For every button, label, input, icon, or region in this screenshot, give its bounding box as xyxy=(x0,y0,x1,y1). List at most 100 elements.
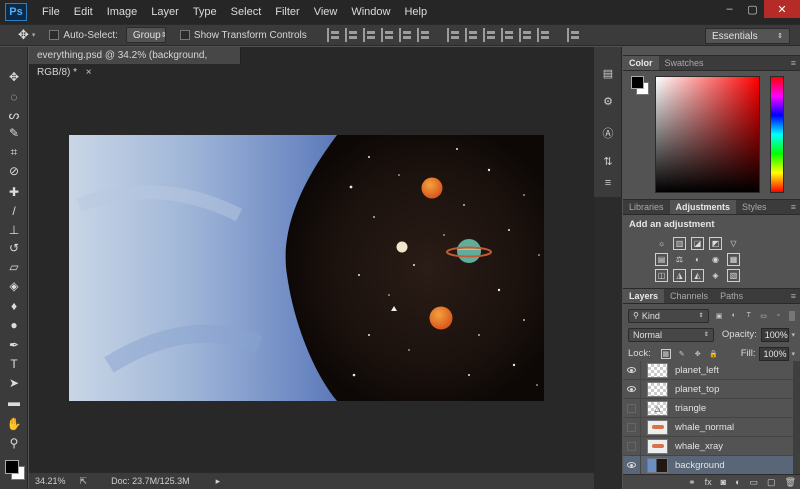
lasso-tool-icon[interactable]: ᔕ xyxy=(6,107,22,123)
layers-scrollbar[interactable] xyxy=(793,361,800,475)
align-horizontal-centers-icon[interactable] xyxy=(398,28,413,42)
show-transform-toggle[interactable]: Show Transform Controls xyxy=(179,30,307,41)
layer-visibility-toggle[interactable] xyxy=(623,417,641,437)
align-bottom-edges-icon[interactable] xyxy=(362,28,377,42)
minimize-button[interactable]: ‒ xyxy=(718,0,741,18)
show-transform-checkbox[interactable] xyxy=(179,30,190,40)
trash-icon[interactable]: 🗑 xyxy=(785,477,796,488)
eraser-tool-icon[interactable]: ▱ xyxy=(6,259,22,275)
lock-image-pixels-icon[interactable]: ✎ xyxy=(677,349,687,359)
lock-position-icon[interactable]: ✥ xyxy=(693,349,703,359)
auto-align-layers-icon[interactable] xyxy=(566,28,581,42)
menu-file[interactable]: File xyxy=(35,0,67,24)
align-top-edges-icon[interactable] xyxy=(326,28,341,42)
curves-icon[interactable]: ◪ xyxy=(691,237,704,250)
layer-row-planet-top[interactable]: planet_top xyxy=(623,379,793,399)
menu-type[interactable]: Type xyxy=(186,0,224,24)
tool-preset-picker[interactable]: ✥ ▾ xyxy=(18,27,35,43)
close-button[interactable]: ✕ xyxy=(764,0,800,18)
color-picker-field[interactable] xyxy=(655,76,760,193)
zoom-level[interactable]: 34.21% xyxy=(35,476,66,486)
new-adjustment-layer-icon[interactable]: ◐ xyxy=(735,477,740,487)
menu-select[interactable]: Select xyxy=(224,0,269,24)
auto-select-checkbox[interactable] xyxy=(49,30,60,40)
panel-menu-icon[interactable]: ≡ xyxy=(791,56,800,70)
eyedropper-tool-icon[interactable]: ⊘ xyxy=(6,163,22,179)
new-layer-icon[interactable]: ▢ xyxy=(767,477,776,488)
gradient-map-icon[interactable]: ▧ xyxy=(727,269,740,282)
layer-visibility-toggle[interactable] xyxy=(623,436,641,456)
menu-window[interactable]: Window xyxy=(344,0,397,24)
crop-tool-icon[interactable]: ⌗ xyxy=(6,144,22,160)
healing-brush-tool-icon[interactable]: ✚ xyxy=(6,184,22,200)
layer-row-whale-xray[interactable]: whale_xray xyxy=(623,436,793,456)
tab-channels[interactable]: Channels xyxy=(664,289,714,303)
add-mask-icon[interactable]: ◙ xyxy=(721,477,726,487)
distribute-right-icon[interactable] xyxy=(536,28,551,42)
share-icon[interactable]: ⇱ xyxy=(80,476,88,487)
tab-styles[interactable]: Styles xyxy=(736,200,773,214)
invert-icon[interactable]: ◫ xyxy=(655,269,668,282)
exposure-icon[interactable]: ◩ xyxy=(709,237,722,250)
workspace-dropdown[interactable]: Essentials ⇕ xyxy=(705,28,790,44)
menu-edit[interactable]: Edit xyxy=(67,0,100,24)
auto-select-dropdown[interactable]: Group ⇕ xyxy=(125,27,167,43)
chevron-down-icon[interactable]: ▾ xyxy=(791,331,795,339)
layer-row-triangle[interactable]: △ triangle xyxy=(623,398,793,418)
align-vertical-centers-icon[interactable] xyxy=(344,28,359,42)
auto-select-toggle[interactable]: Auto-Select: xyxy=(49,30,118,41)
new-group-icon[interactable]: ▭ xyxy=(750,477,759,488)
properties-panel-icon[interactable]: ⚙ xyxy=(600,93,616,109)
tab-paths[interactable]: Paths xyxy=(714,289,749,303)
type-tool-icon[interactable]: T xyxy=(6,356,22,372)
filter-adjustment-icon[interactable]: ◐ xyxy=(729,311,738,321)
tab-swatches[interactable]: Swatches xyxy=(659,56,710,70)
filter-type-icon[interactable]: T xyxy=(744,311,753,321)
align-left-edges-icon[interactable] xyxy=(380,28,395,42)
photo-filter-icon[interactable]: ◉ xyxy=(709,253,722,266)
fill-input[interactable]: 100% xyxy=(759,346,790,361)
panel-menu-icon[interactable]: ≡ xyxy=(791,200,800,214)
black-white-icon[interactable]: ◐ xyxy=(691,253,704,266)
clone-stamp-tool-icon[interactable]: ⊥ xyxy=(6,222,22,238)
opacity-input[interactable]: 100% xyxy=(760,327,790,342)
posterize-icon[interactable]: ◮ xyxy=(673,269,686,282)
blend-mode-dropdown[interactable]: Normal ⇕ xyxy=(628,327,714,342)
align-right-edges-icon[interactable] xyxy=(416,28,431,42)
menu-view[interactable]: View xyxy=(307,0,345,24)
paint-bucket-tool-icon[interactable]: ◈ xyxy=(6,278,22,294)
history-brush-tool-icon[interactable]: ↺ xyxy=(6,240,22,256)
brush-tool-icon[interactable]: / xyxy=(6,203,22,219)
menu-layer[interactable]: Layer xyxy=(144,0,186,24)
layer-visibility-toggle[interactable] xyxy=(623,455,641,475)
maximize-button[interactable]: ▢ xyxy=(741,0,764,18)
selective-color-icon[interactable]: ◈ xyxy=(709,269,722,282)
path-selection-tool-icon[interactable]: ➤ xyxy=(6,375,22,391)
tab-layers[interactable]: Layers xyxy=(623,289,665,303)
layer-style-icon[interactable]: fx xyxy=(705,477,712,487)
panel-menu-icon[interactable]: ≡ xyxy=(791,289,800,303)
layer-visibility-toggle[interactable] xyxy=(623,360,641,380)
character-panel-icon[interactable]: Ⓐ xyxy=(600,125,616,141)
layer-row-planet-left[interactable]: planet_left xyxy=(623,360,793,380)
dodge-tool-icon[interactable]: ● xyxy=(6,317,22,333)
distribute-vertical-icon[interactable] xyxy=(464,28,479,42)
filter-pixel-icon[interactable]: ▣ xyxy=(715,311,724,321)
brush-presets-panel-icon[interactable]: ≡ xyxy=(600,175,616,191)
distribute-top-icon[interactable] xyxy=(446,28,461,42)
color-balance-icon[interactable]: ⚖ xyxy=(673,253,686,266)
link-layers-icon[interactable]: ⚭ xyxy=(688,477,696,488)
lock-transparency-icon[interactable]: ▦ xyxy=(660,348,671,359)
rectangle-tool-icon[interactable]: ▬ xyxy=(6,394,22,410)
hue-slider[interactable] xyxy=(770,76,784,193)
blur-tool-icon[interactable]: ♦ xyxy=(6,298,22,314)
menu-filter[interactable]: Filter xyxy=(268,0,306,24)
distribute-bottom-icon[interactable] xyxy=(482,28,497,42)
filter-shape-icon[interactable]: ▭ xyxy=(759,311,768,321)
hue-saturation-icon[interactable]: ▤ xyxy=(655,253,668,266)
close-icon[interactable]: × xyxy=(86,67,92,78)
levels-icon[interactable]: ▥ xyxy=(673,237,686,250)
layer-visibility-toggle[interactable] xyxy=(623,379,641,399)
channel-mixer-icon[interactable]: ▦ xyxy=(727,253,740,266)
layer-row-whale-normal[interactable]: whale_normal xyxy=(623,417,793,437)
